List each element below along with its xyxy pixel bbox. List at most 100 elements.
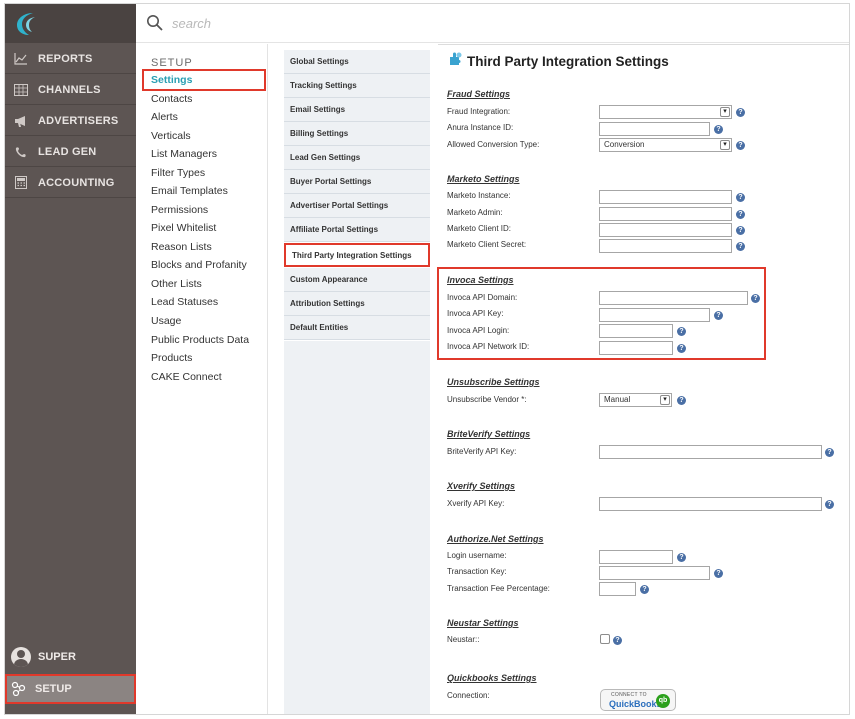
cake-logo[interactable]: [5, 4, 136, 43]
neustar-checkbox[interactable]: [600, 634, 610, 644]
quickbooks-connection-label: Connection:: [447, 691, 490, 700]
help-icon[interactable]: ?: [736, 242, 745, 251]
transaction-fee-input[interactable]: [599, 582, 636, 596]
briteverify-key-input[interactable]: [599, 445, 822, 459]
setup-item-verticals[interactable]: Verticals: [151, 130, 191, 142]
allowed-conversion-type-select[interactable]: Conversion ▾: [599, 138, 732, 152]
neustar-label: Neustar::: [447, 635, 480, 644]
invoca-key-input[interactable]: [599, 308, 710, 322]
help-icon[interactable]: ?: [640, 585, 649, 594]
setup-item-settings[interactable]: Settings: [151, 74, 192, 86]
setup-item-permissions[interactable]: Permissions: [151, 204, 208, 216]
setup-item-contacts[interactable]: Contacts: [151, 93, 192, 105]
setup-item-public-products-data[interactable]: Public Products Data: [151, 334, 249, 346]
fraud-integration-select[interactable]: ▾: [599, 105, 732, 119]
help-icon[interactable]: ?: [677, 553, 686, 562]
nav-channels[interactable]: CHANNELS: [5, 75, 136, 105]
help-icon[interactable]: ?: [736, 108, 745, 117]
setup-item-email-templates[interactable]: Email Templates: [151, 185, 228, 197]
fraud-integration-label: Fraud Integration:: [447, 107, 511, 116]
settings-tabs: Global Settings Tracking Settings Email …: [284, 50, 430, 344]
chevron-down-icon: ▾: [720, 107, 730, 117]
tab-affiliate-portal-settings[interactable]: Affiliate Portal Settings: [284, 218, 430, 242]
invoca-key-label: Invoca API Key:: [447, 309, 504, 318]
setup-item-pixel-whitelist[interactable]: Pixel Whitelist: [151, 222, 216, 234]
nav-setup-label: SETUP: [35, 683, 72, 695]
setup-menu: SETUP Settings Contacts Alerts Verticals…: [136, 44, 268, 714]
setup-item-reason-lists[interactable]: Reason Lists: [151, 241, 212, 253]
setup-item-blocks-profanity[interactable]: Blocks and Profanity: [151, 259, 247, 271]
tab-custom-appearance[interactable]: Custom Appearance: [284, 268, 430, 292]
marketo-client-id-input[interactable]: [599, 223, 732, 237]
nav-setup[interactable]: SETUP: [5, 674, 136, 704]
help-icon[interactable]: ?: [677, 327, 686, 336]
allowed-conversion-type-label: Allowed Conversion Type:: [447, 140, 540, 149]
tab-tracking-settings[interactable]: Tracking Settings: [284, 74, 430, 98]
nav-lead-gen[interactable]: LEAD GEN: [5, 137, 136, 167]
quickbooks-heading: Quickbooks Settings: [447, 673, 537, 683]
invoca-login-input[interactable]: [599, 324, 673, 338]
setup-item-cake-connect[interactable]: CAKE Connect: [151, 371, 222, 383]
tab-attribution-settings[interactable]: Attribution Settings: [284, 292, 430, 316]
xverify-key-input[interactable]: [599, 497, 822, 511]
allowed-conversion-type-value: Conversion: [604, 140, 645, 149]
help-icon[interactable]: ?: [825, 448, 834, 457]
nav-channels-label: CHANNELS: [38, 83, 101, 96]
search-icon: [147, 15, 163, 31]
app-window: REPORTS CHANNELS ADVERTISERS LEAD GEN AC…: [4, 3, 850, 715]
tab-billing-settings[interactable]: Billing Settings: [284, 122, 430, 146]
page-title: Third Party Integration Settings: [447, 52, 669, 69]
marketo-heading: Marketo Settings: [447, 174, 520, 184]
connect-to-label: CONNECT TO: [611, 692, 647, 698]
tab-lead-gen-settings[interactable]: Lead Gen Settings: [284, 146, 430, 170]
nav-user[interactable]: SUPER: [5, 643, 136, 671]
tab-email-settings[interactable]: Email Settings: [284, 98, 430, 122]
search-bar[interactable]: search: [136, 4, 849, 43]
help-icon[interactable]: ?: [751, 294, 760, 303]
setup-item-usage[interactable]: Usage: [151, 315, 181, 327]
nav-reports-label: REPORTS: [38, 52, 93, 65]
unsubscribe-vendor-select[interactable]: Manual ▾: [599, 393, 672, 407]
setup-item-list-managers[interactable]: List Managers: [151, 148, 217, 160]
help-icon[interactable]: ?: [736, 210, 745, 219]
invoca-domain-input[interactable]: [599, 291, 748, 305]
help-icon[interactable]: ?: [736, 226, 745, 235]
anura-instance-input[interactable]: [599, 122, 710, 136]
help-icon[interactable]: ?: [825, 500, 834, 509]
tab-default-entities[interactable]: Default Entities: [284, 316, 430, 340]
marketo-client-secret-input[interactable]: [599, 239, 732, 253]
help-icon[interactable]: ?: [677, 396, 686, 405]
transaction-key-label: Transaction Key:: [447, 567, 507, 576]
nav-reports[interactable]: REPORTS: [5, 44, 136, 74]
help-icon[interactable]: ?: [714, 569, 723, 578]
transaction-key-input[interactable]: [599, 566, 710, 580]
authorize-login-input[interactable]: [599, 550, 673, 564]
marketo-client-secret-label: Marketo Client Secret:: [447, 240, 527, 249]
search-input[interactable]: search: [172, 16, 211, 31]
marketo-instance-input[interactable]: [599, 190, 732, 204]
nav-accounting[interactable]: ACCOUNTING: [5, 168, 136, 198]
help-icon[interactable]: ?: [714, 311, 723, 320]
help-icon[interactable]: ?: [736, 141, 745, 150]
tab-global-settings[interactable]: Global Settings: [284, 50, 430, 74]
tab-third-party-integration-settings[interactable]: Third Party Integration Settings: [284, 243, 430, 267]
tab-advertiser-portal-settings[interactable]: Advertiser Portal Settings: [284, 194, 430, 218]
help-icon[interactable]: ?: [677, 344, 686, 353]
tab-buyer-portal-settings[interactable]: Buyer Portal Settings: [284, 170, 430, 194]
help-icon[interactable]: ?: [714, 125, 723, 134]
setup-item-lead-statuses[interactable]: Lead Statuses: [151, 296, 218, 308]
left-nav: REPORTS CHANNELS ADVERTISERS LEAD GEN AC…: [5, 4, 136, 714]
nav-advertisers[interactable]: ADVERTISERS: [5, 106, 136, 136]
invoca-network-id-input[interactable]: [599, 341, 673, 355]
connect-quickbooks-button[interactable]: CONNECT TO QuickBooks qb: [600, 689, 676, 711]
help-icon[interactable]: ?: [736, 193, 745, 202]
setup-item-products[interactable]: Products: [151, 352, 192, 364]
grid-icon: [13, 82, 29, 98]
help-icon[interactable]: ?: [613, 636, 622, 645]
cake-logo-icon: [17, 13, 35, 35]
nav-advertisers-label: ADVERTISERS: [38, 114, 119, 127]
marketo-admin-input[interactable]: [599, 207, 732, 221]
setup-item-other-lists[interactable]: Other Lists: [151, 278, 202, 290]
setup-item-alerts[interactable]: Alerts: [151, 111, 178, 123]
setup-item-filter-types[interactable]: Filter Types: [151, 167, 205, 179]
